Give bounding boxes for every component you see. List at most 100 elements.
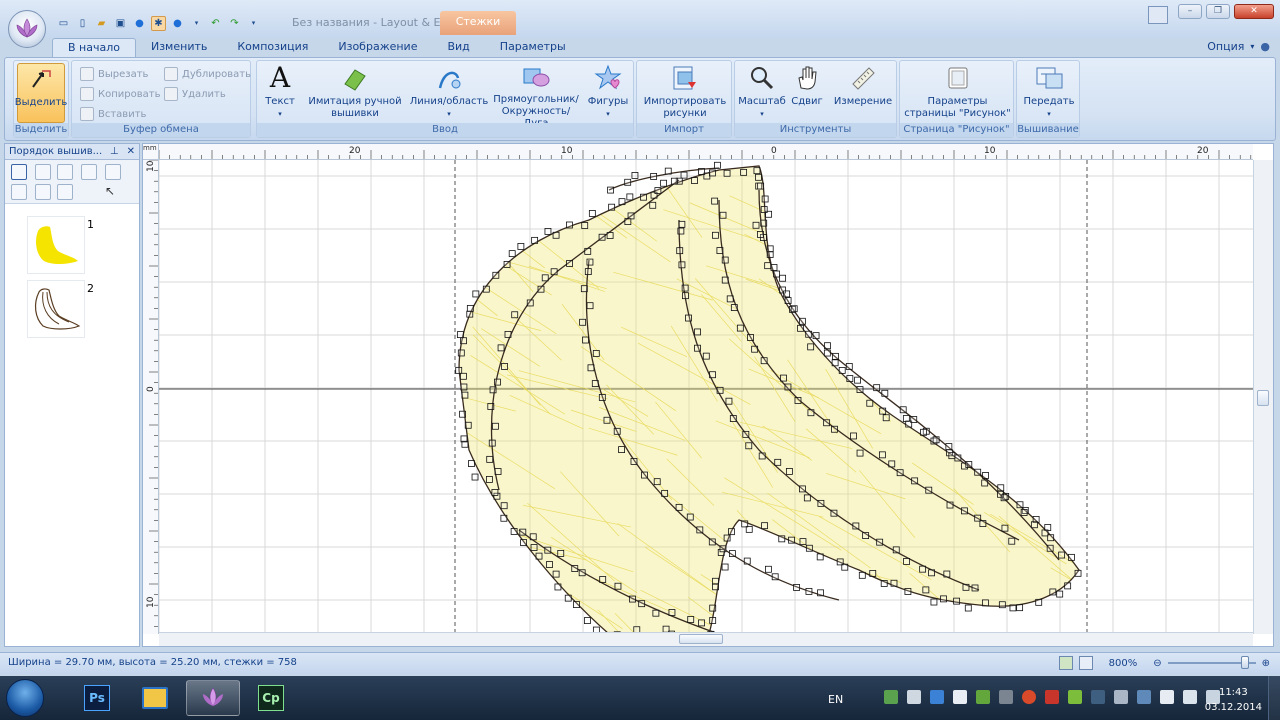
tray-app-icon-10[interactable] xyxy=(1137,690,1151,704)
options-button[interactable]: Опция xyxy=(1207,40,1244,53)
zoom-fit-icon[interactable] xyxy=(1078,656,1093,670)
circle-blue-icon[interactable]: ● xyxy=(132,16,147,31)
horizontal-scrollbar[interactable] xyxy=(159,632,1253,646)
undo-icon[interactable]: ↶ xyxy=(208,16,223,31)
lock-icon[interactable] xyxy=(81,164,97,180)
options-dropdown-icon[interactable]: ▾ xyxy=(1250,42,1254,51)
close-button[interactable]: ✕ xyxy=(1234,4,1274,19)
window-title: Без названия - Layout & E... xyxy=(292,16,451,29)
maximize-button[interactable]: ❐ xyxy=(1206,4,1230,19)
cut-button[interactable]: Вырезать xyxy=(80,65,148,83)
redo-icon[interactable]: ↷ xyxy=(227,16,242,31)
save-icon[interactable]: ▣ xyxy=(113,16,128,31)
zoom-button[interactable]: Масштаб ▾ xyxy=(737,63,787,123)
tray-app-icon-9[interactable] xyxy=(1114,690,1128,704)
group-icon[interactable] xyxy=(57,184,73,200)
battery-icon[interactable] xyxy=(1160,690,1174,704)
taskbar-photoshop[interactable]: Ps xyxy=(70,680,124,716)
tab-home[interactable]: В начало xyxy=(52,38,136,58)
minimize-button[interactable]: – xyxy=(1178,4,1202,19)
tab-composition[interactable]: Композиция xyxy=(222,38,323,58)
stitch-item-thumbnail-2[interactable] xyxy=(27,280,85,338)
select-button[interactable]: Выделить xyxy=(14,63,68,123)
user-icon[interactable]: ● xyxy=(1260,40,1270,53)
circle-blue-2-icon[interactable]: ● xyxy=(170,16,185,31)
open-folder-icon[interactable]: ▰ xyxy=(94,16,109,31)
page-settings-button[interactable]: Параметры страницы "Рисунок" xyxy=(904,63,1011,123)
zoom-label: Масштаб xyxy=(738,96,786,107)
pin-icon[interactable]: ⊥ xyxy=(110,146,119,157)
dropdown-icon[interactable]: ▾ xyxy=(189,16,204,31)
delete-button[interactable]: Удалить xyxy=(164,85,226,103)
application-menu-button[interactable] xyxy=(8,10,46,48)
show-desktop-button[interactable] xyxy=(1268,676,1280,720)
window-controls: – ❐ ✕ xyxy=(1178,4,1274,19)
new-file-icon[interactable]: ▯ xyxy=(75,16,90,31)
paste-button[interactable]: Вставить xyxy=(80,105,146,123)
move-up-icon[interactable] xyxy=(57,164,73,180)
tray-app-icon-7[interactable] xyxy=(1068,690,1082,704)
stitch-item-thumbnail-1[interactable] xyxy=(27,216,85,274)
tray-app-icon-1[interactable] xyxy=(884,690,898,704)
vertical-scroll-thumb[interactable] xyxy=(1257,390,1269,406)
fit-icon[interactable] xyxy=(1058,656,1073,670)
tray-app-icon-6[interactable] xyxy=(1045,690,1059,704)
zoom-slider-thumb[interactable] xyxy=(1241,656,1250,669)
photoshop-icon: Ps xyxy=(84,685,110,711)
measure-button[interactable]: Измерение xyxy=(831,63,895,123)
tab-edit[interactable]: Изменить xyxy=(136,38,222,58)
rect-circle-arc-button[interactable]: Прямоугольник/ Окружность/Дуга xyxy=(491,63,581,129)
frame-icon[interactable] xyxy=(105,164,121,180)
language-indicator[interactable]: EN xyxy=(828,693,843,706)
pointer-icon[interactable]: ↖ xyxy=(105,184,121,200)
move-first-icon[interactable] xyxy=(35,164,51,180)
start-button[interactable] xyxy=(6,679,44,717)
move-last-icon[interactable] xyxy=(35,184,51,200)
import-images-button[interactable]: Импортировать рисунки xyxy=(641,63,729,123)
taskbar-embroidery-app[interactable] xyxy=(186,680,240,716)
nvidia-icon[interactable] xyxy=(976,690,990,704)
copy-button[interactable]: Копировать xyxy=(80,85,160,103)
settings-icon[interactable]: ✱ xyxy=(151,15,166,31)
embroidery-design-canvas[interactable] xyxy=(159,160,1253,634)
text-button[interactable]: A Текст ▾ xyxy=(261,63,299,123)
taskbar-explorer[interactable] xyxy=(128,680,182,716)
tray-app-icon-4[interactable] xyxy=(953,690,967,704)
taskbar-captivate[interactable]: Cp xyxy=(244,680,298,716)
folder-icon xyxy=(142,687,168,709)
horizontal-scroll-thumb[interactable] xyxy=(679,634,723,644)
line-area-button[interactable]: Линия/область ▾ xyxy=(407,63,491,123)
context-tab-stitches[interactable]: Стежки xyxy=(440,11,516,35)
select-label: Выделить xyxy=(14,97,68,108)
restore-icon[interactable] xyxy=(1148,6,1168,24)
panel-close-icon[interactable]: ✕ xyxy=(127,146,135,157)
vertical-scrollbar[interactable] xyxy=(1253,160,1273,634)
tab-image[interactable]: Изображение xyxy=(323,38,432,58)
tray-app-icon-3[interactable] xyxy=(930,690,944,704)
clock[interactable]: 11:43 03.12.2014 xyxy=(1205,685,1262,715)
move-down-icon[interactable] xyxy=(11,184,27,200)
chrome-icon[interactable] xyxy=(1022,690,1036,704)
select-all-icon[interactable] xyxy=(11,164,27,180)
tab-view[interactable]: Вид xyxy=(432,38,484,58)
customize-qat-icon[interactable]: ▾ xyxy=(246,16,261,31)
zoom-in-icon[interactable]: ⊕ xyxy=(1262,658,1270,669)
figures-button[interactable]: Фигуры ▾ xyxy=(585,63,631,123)
design-size-status: Ширина = 29.70 мм, высота = 25.20 мм, ст… xyxy=(8,657,297,668)
window-icon[interactable]: ▭ xyxy=(56,16,71,31)
pan-button[interactable]: Сдвиг xyxy=(787,63,827,123)
zoom-dropdown-icon: ▾ xyxy=(760,110,764,118)
group-import: Импортировать рисунки Импорт xyxy=(636,60,732,138)
hand-stitch-button[interactable]: Имитация ручной вышивки xyxy=(305,63,405,123)
zoom-slider[interactable] xyxy=(1167,656,1256,669)
tab-parameters[interactable]: Параметры xyxy=(485,38,581,58)
duplicate-button[interactable]: Дублировать xyxy=(164,65,251,83)
volume-icon[interactable] xyxy=(1183,690,1197,704)
tray-app-icon-5[interactable] xyxy=(999,690,1013,704)
transfer-button[interactable]: Передать ▾ xyxy=(1021,63,1077,123)
zoom-out-icon[interactable]: ⊖ xyxy=(1153,658,1161,669)
tray-app-icon-2[interactable] xyxy=(907,690,921,704)
group-label-clipboard: Буфер обмена xyxy=(72,123,250,137)
tray-app-icon-8[interactable] xyxy=(1091,690,1105,704)
hand-stitch-label-2: вышивки xyxy=(331,108,379,119)
